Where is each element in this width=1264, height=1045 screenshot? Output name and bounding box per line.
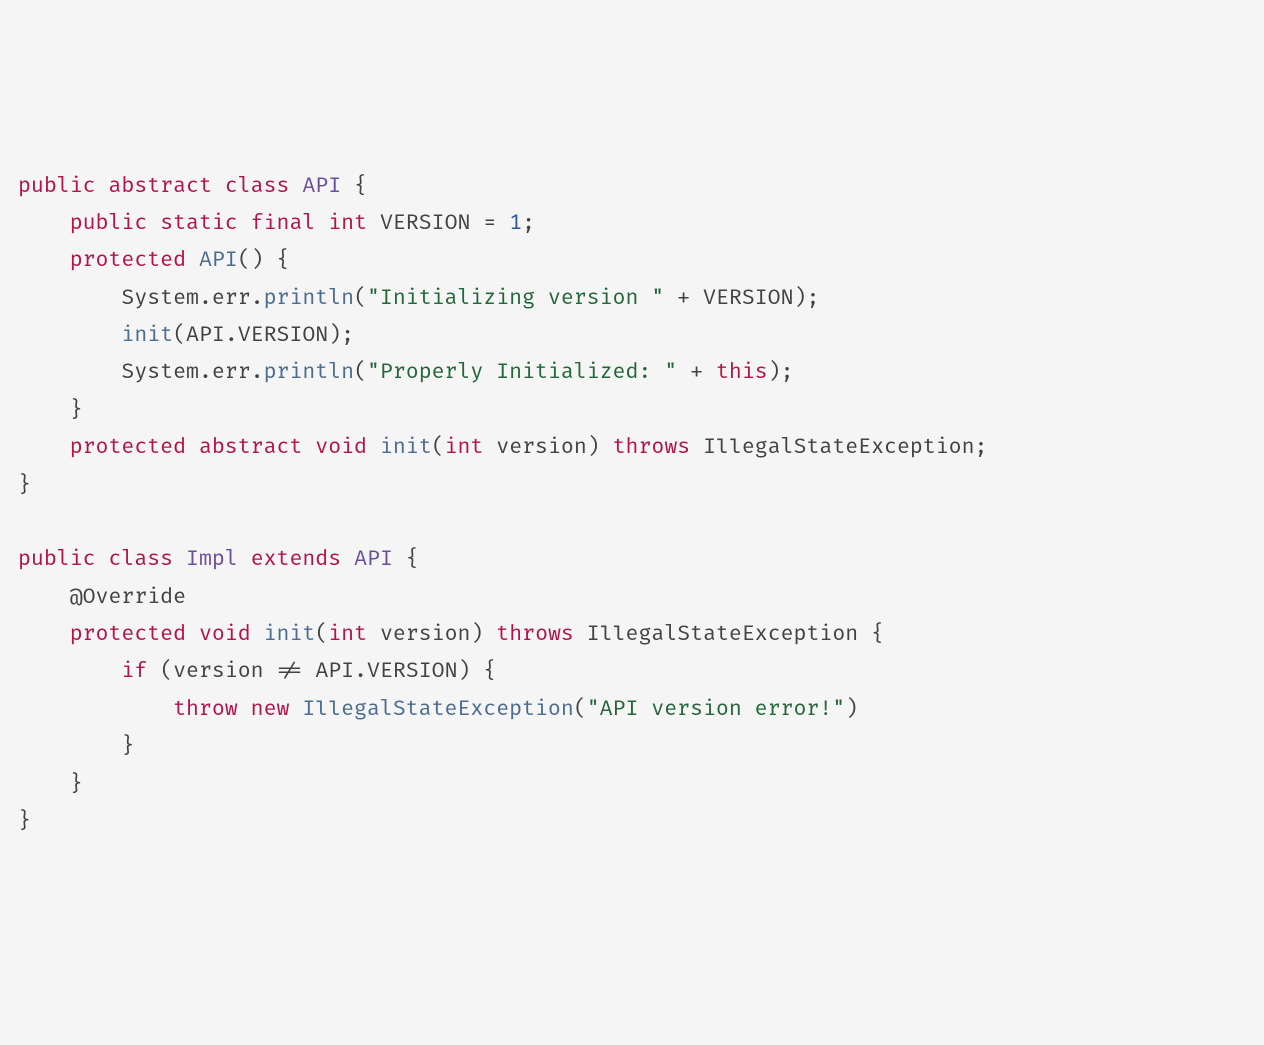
keyword-int: int [328,211,367,236]
type-api: API [354,547,393,572]
keyword-public: public [70,211,148,236]
keyword-throw: throw [173,697,238,722]
keyword-void: void [199,622,251,647]
op-plus: + [677,286,690,311]
keyword-public: public [18,547,96,572]
semicolon: ; [522,211,535,236]
paren-open: ( [432,435,445,460]
param-version: version [380,622,470,647]
ident-system: System [121,286,199,311]
method-init: init [121,323,173,348]
type-api: API [302,174,341,199]
brace-close: } [70,772,83,797]
keyword-extends: extends [251,547,341,572]
paren-close: ) [470,622,483,647]
method-init: init [264,622,316,647]
dot: . [251,360,264,385]
brace-open: { [354,174,367,199]
keyword-class: class [225,174,290,199]
ident-err: err [212,286,251,311]
ident-system: System [121,360,199,385]
brace-close: } [18,809,31,834]
paren-close: ) [458,659,471,684]
code-block: public abstract class API { public stati… [18,168,1246,841]
keyword-int: int [445,435,484,460]
annotation-override: @Override [70,585,186,610]
keyword-throws: throws [613,435,691,460]
paren-open: ( [354,286,367,311]
keyword-abstract: abstract [199,435,302,460]
dot: . [354,659,367,684]
param-version: version [496,435,586,460]
paren-open: ( [160,659,173,684]
ident-err: err [212,360,251,385]
paren-close-semi: ); [328,323,354,348]
method-println: println [264,360,354,385]
brace-close: } [121,734,134,759]
ident-version: VERSION [380,211,470,236]
keyword-public: public [18,174,96,199]
keyword-protected: protected [70,435,186,460]
constructor-illegalstate: IllegalStateException [302,697,573,722]
dot: . [199,286,212,311]
ident-version: version [173,659,263,684]
paren-open: ( [574,697,587,722]
method-println: println [264,286,354,311]
paren-open: ( [354,360,367,385]
op-ne: != [277,659,303,684]
paren-close-semi: ); [768,360,794,385]
op-plus: + [690,360,703,385]
keyword-new: new [251,697,290,722]
brace-open: { [406,547,419,572]
keyword-int: int [328,622,367,647]
brace-open: { [483,659,496,684]
dot: . [225,323,238,348]
method-init: init [380,435,432,460]
keyword-protected: protected [70,622,186,647]
paren-open: ( [315,622,328,647]
keyword-this: this [716,360,768,385]
op-assign: = [483,211,496,236]
brace-open: { [871,622,884,647]
keyword-abstract: abstract [108,174,211,199]
keyword-final: final [251,211,316,236]
paren-close: ) [845,697,858,722]
keyword-if: if [121,659,147,684]
constructor-api: API [199,248,238,273]
brace-open: { [277,248,290,273]
keyword-static: static [160,211,238,236]
dot: . [251,286,264,311]
brace-close: } [70,398,83,423]
ident-api: API [315,659,354,684]
paren-close-semi: ); [794,286,820,311]
type-illegalstate: IllegalStateException [587,622,858,647]
dot: . [199,360,212,385]
type-illegalstate: IllegalStateException [703,435,974,460]
semicolon: ; [975,435,988,460]
keyword-protected: protected [70,248,186,273]
type-impl: Impl [186,547,238,572]
string-proper: "Properly Initialized: " [367,360,677,385]
ident-version: VERSION [238,323,328,348]
ident-version: VERSION [703,286,793,311]
ident-version: VERSION [367,659,457,684]
number-1: 1 [509,211,522,236]
brace-close: } [18,473,31,498]
keyword-void: void [315,435,367,460]
keyword-throws: throws [496,622,574,647]
parens: () [238,248,264,273]
string-init: "Initializing version " [367,286,664,311]
ident-api: API [186,323,225,348]
paren-open: ( [173,323,186,348]
paren-close: ) [587,435,600,460]
keyword-class: class [108,547,173,572]
string-apierror: "API version error!" [587,697,845,722]
